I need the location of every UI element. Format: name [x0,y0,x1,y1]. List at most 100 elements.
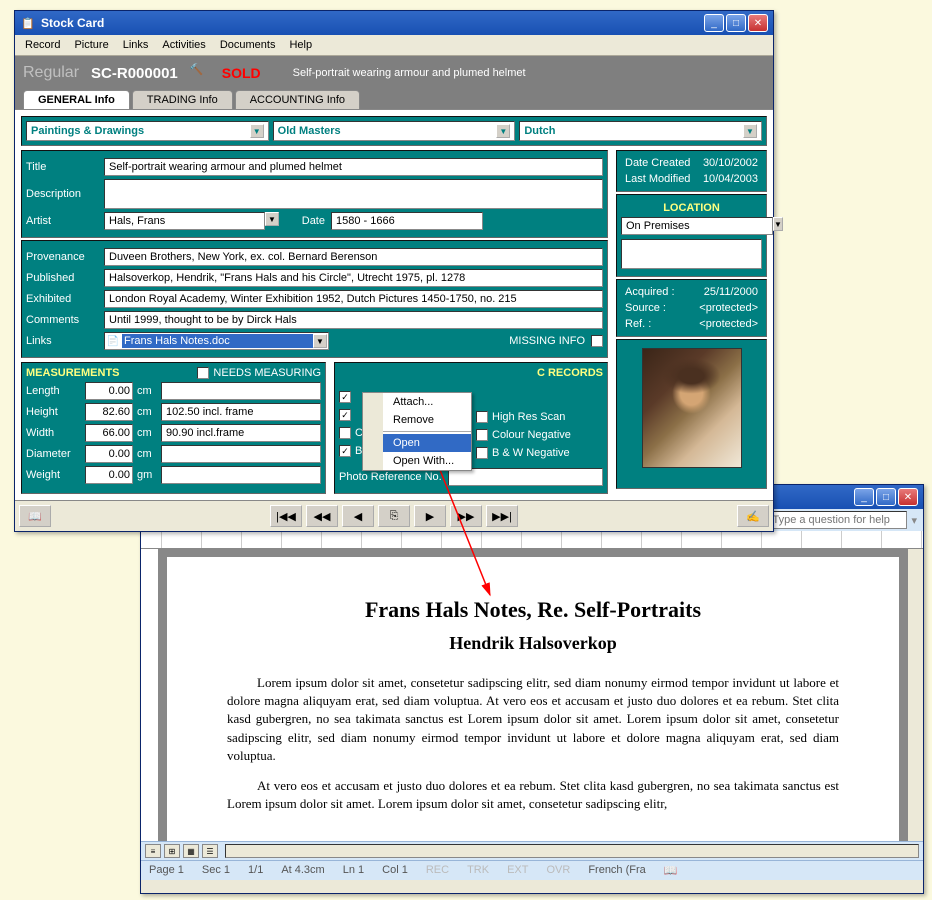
close-button[interactable]: ✕ [748,14,768,32]
next-page-button[interactable]: ▶▶ [450,505,482,527]
hires-checkbox[interactable] [476,411,488,423]
exhibited-input[interactable] [104,290,603,308]
close-button[interactable]: ✕ [898,488,918,506]
menu-documents[interactable]: Documents [214,37,282,53]
web-layout-icon[interactable]: ⊞ [164,844,180,858]
published-input[interactable] [104,269,603,287]
tab-general[interactable]: GENERAL Info [23,90,130,109]
weight-label: Weight [26,469,81,481]
artwork-thumbnail[interactable] [642,348,742,468]
ctx-open-with[interactable]: Open With... [383,452,471,470]
app-icon: 📋 [20,15,36,31]
record-type-label: Regular [23,64,79,82]
chevron-down-icon[interactable]: ▼ [773,217,783,231]
comments-input[interactable] [104,311,603,329]
width-input[interactable] [85,424,133,442]
description-input[interactable] [104,179,603,209]
weight-input[interactable] [85,466,133,484]
stock-header: Regular SC-R000001 🔨 SOLD Self-portrait … [15,56,773,90]
book-icon[interactable]: 📖 [19,505,51,527]
chevron-down-icon[interactable]: ▼ [265,212,279,226]
menu-activities[interactable]: Activities [156,37,211,53]
signature-icon[interactable]: ✍ [737,505,769,527]
category-1-dropdown[interactable]: Paintings & Drawings▼ [26,121,269,141]
source-label: Source : [625,302,666,314]
prev-record-button[interactable]: ◀ [342,505,374,527]
needs-measuring-checkbox[interactable] [197,367,209,379]
provenance-input[interactable] [104,248,603,266]
tab-accounting[interactable]: ACCOUNTING Info [235,90,360,109]
photo-records-header: C RECORDS [537,367,603,379]
location-dropdown[interactable] [621,217,773,235]
links-context-menu: Attach... Remove Open Open With... [362,392,472,471]
word-statusbar: Page 1 Sec 1 1/1 At 4.3cm Ln 1 Col 1 REC… [141,860,923,880]
minimize-button[interactable]: _ [854,488,874,506]
colour-neg-checkbox[interactable] [476,429,488,441]
provenance-label: Provenance [26,251,98,263]
length-extra-input[interactable] [161,382,321,400]
weight-extra-input[interactable] [161,466,321,484]
missing-info-label: MISSING INFO [509,335,585,347]
bw-print-checkbox[interactable]: ✓ [339,445,351,457]
maximize-button[interactable]: □ [876,488,896,506]
height-input[interactable] [85,403,133,421]
status-at: At 4.3cm [281,864,324,877]
document-icon: 📄 [106,334,120,348]
minimize-button[interactable]: _ [704,14,724,32]
checkbox-2[interactable]: ✓ [339,409,351,421]
spellcheck-icon[interactable]: 📖 [664,864,678,877]
menu-record[interactable]: Record [19,37,66,53]
status-sold: SOLD [222,65,261,81]
next-record-button[interactable]: ▶ [414,505,446,527]
chevron-down-icon: ▼ [743,124,757,138]
prev-page-button[interactable]: ◀◀ [306,505,338,527]
links-dropdown[interactable]: 📄 Frans Hals Notes.doc ▼ [104,332,329,350]
scrollbar-horizontal[interactable] [225,844,919,858]
stock-card-titlebar[interactable]: 📋 Stock Card _ □ ✕ [15,11,773,35]
status-trk: TRK [467,864,489,877]
date-input[interactable] [331,212,483,230]
normal-view-icon[interactable]: ≡ [145,844,161,858]
menu-picture[interactable]: Picture [68,37,114,53]
first-record-button[interactable]: |◀◀ [270,505,302,527]
print-layout-icon[interactable]: ▦ [183,844,199,858]
location-notes[interactable] [621,239,762,269]
maximize-button[interactable]: □ [726,14,746,32]
menu-help[interactable]: Help [283,37,318,53]
diameter-extra-input[interactable] [161,445,321,463]
colour-print-checkbox[interactable] [339,427,351,439]
tab-trading[interactable]: TRADING Info [132,90,233,109]
missing-info-checkbox[interactable] [591,335,603,347]
ctx-remove[interactable]: Remove [383,411,471,429]
window-title: Stock Card [41,16,704,30]
bw-neg-checkbox[interactable] [476,447,488,459]
menu-links[interactable]: Links [117,37,155,53]
help-search-input[interactable] [767,511,907,529]
source-value: <protected> [699,302,758,314]
ctx-attach[interactable]: Attach... [383,393,471,411]
status-col: Col 1 [382,864,408,877]
category-3-dropdown[interactable]: Dutch▼ [519,121,762,141]
photo-ref-label: Photo Reference No. [339,471,442,483]
date-label: Date [285,215,325,227]
last-record-button[interactable]: ▶▶| [486,505,518,527]
diameter-input[interactable] [85,445,133,463]
copy-record-button[interactable]: ⎘ [378,505,410,527]
scrollbar-vertical[interactable] [907,549,923,841]
length-input[interactable] [85,382,133,400]
artist-input[interactable] [104,212,265,230]
artist-label: Artist [26,215,98,227]
category-2-dropdown[interactable]: Old Masters▼ [273,121,516,141]
checkbox-1[interactable]: ✓ [339,391,351,403]
doc-heading-2: Hendrik Halsoverkop [227,633,839,654]
doc-heading-1: Frans Hals Notes, Re. Self-Portraits [227,597,839,623]
title-input[interactable] [104,158,603,176]
navigation-bar: 📖 |◀◀ ◀◀ ◀ ⎘ ▶ ▶▶ ▶▶| ✍ [15,500,773,531]
status-section: Sec 1 [202,864,230,877]
width-extra-input[interactable] [161,424,321,442]
date-created-label: Date Created [625,157,690,169]
ctx-open[interactable]: Open [383,434,471,452]
height-extra-input[interactable] [161,403,321,421]
acquired-label: Acquired : [625,286,675,298]
outline-view-icon[interactable]: ☰ [202,844,218,858]
